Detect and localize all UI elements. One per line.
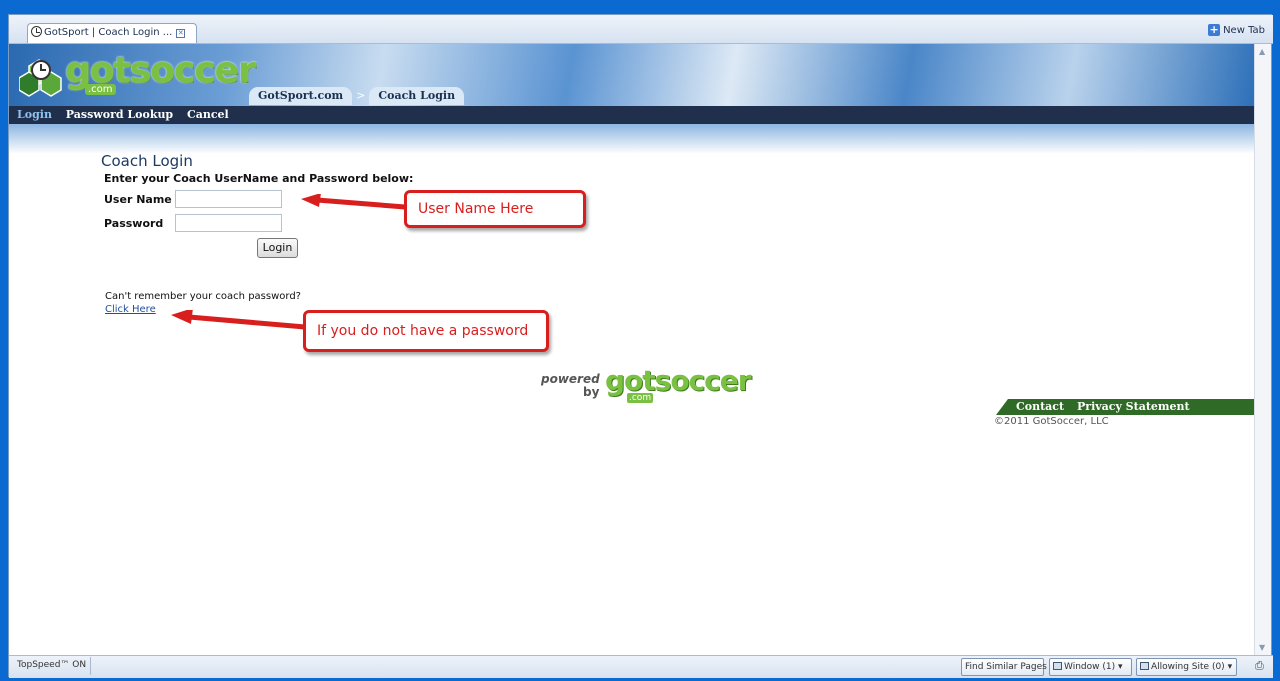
footer-bar: Contact Privacy Statement: [996, 399, 1255, 415]
breadcrumb-gotsport[interactable]: GotSport.com: [249, 87, 353, 105]
topspeed-indicator[interactable]: TopSpeed™ ON: [13, 657, 92, 675]
login-button[interactable]: Login: [257, 238, 298, 258]
breadcrumb: GotSport.com > Coach Login: [249, 87, 465, 107]
header-fade: [9, 124, 1255, 154]
tab-strip: GotSport | Coach Login ... ✕ + New Tab: [9, 15, 1273, 44]
password-input[interactable]: [175, 214, 282, 232]
window-icon: [1053, 662, 1062, 670]
forgot-password-link[interactable]: Click Here: [105, 304, 156, 315]
by-text: by: [583, 385, 600, 399]
nav-item-password-lookup[interactable]: Password Lookup: [66, 108, 173, 121]
scroll-up-icon[interactable]: ▲: [1259, 47, 1265, 56]
logo-suffix: .com: [85, 84, 116, 95]
username-callout: User Name Here: [404, 190, 586, 228]
allowing-site-label: Allowing Site (0): [1151, 662, 1225, 672]
username-label: User Name: [104, 193, 172, 206]
powered-brand: gotsoccer: [605, 364, 752, 397]
new-tab-button[interactable]: + New Tab: [1208, 24, 1265, 36]
password-label: Password: [104, 217, 164, 230]
browser-tab[interactable]: GotSport | Coach Login ... ✕: [27, 23, 197, 43]
breadcrumb-separator: >: [356, 89, 366, 102]
window-menu-button[interactable]: Window (1) ▾: [1049, 658, 1132, 676]
plus-icon: +: [1208, 23, 1221, 36]
soccer-ball-icon: [19, 59, 62, 97]
new-tab-label: New Tab: [1223, 25, 1265, 36]
gotsoccer-logo[interactable]: gotsoccer .com: [19, 50, 256, 100]
footer-contact-link[interactable]: Contact: [1016, 399, 1064, 415]
copyright-text: ©2011 GotSoccer, LLC: [994, 416, 1109, 427]
clock-icon: [31, 26, 42, 37]
site-header: gotsoccer .com GotSport.com > Coach Login: [9, 44, 1255, 106]
annotation-arrow-password: [171, 310, 308, 330]
page-title: Coach Login: [101, 152, 193, 170]
print-icon[interactable]: ⎙: [1255, 659, 1264, 673]
site-icon: [1140, 662, 1149, 670]
powered-suffix: .com: [627, 393, 654, 403]
annotation-arrow-username: [301, 194, 408, 210]
powered-text: powered: [541, 372, 600, 386]
password-callout: If you do not have a password: [303, 310, 549, 352]
login-instructions: Enter your Coach UserName and Password b…: [104, 172, 414, 185]
nav-item-cancel[interactable]: Cancel: [187, 108, 229, 121]
username-input[interactable]: [175, 190, 282, 208]
forgot-password-text: Can't remember your coach password?: [105, 291, 301, 302]
close-tab-icon[interactable]: ✕: [176, 29, 186, 38]
browser-window: GotSport | Coach Login ... ✕ + New Tab got…: [8, 14, 1273, 678]
breadcrumb-coach-login[interactable]: Coach Login: [369, 87, 465, 105]
nav-bar: Login Password Lookup Cancel: [9, 106, 1255, 124]
allowing-site-button[interactable]: Allowing Site (0) ▾: [1136, 658, 1237, 676]
nav-item-login[interactable]: Login: [17, 108, 52, 121]
status-bar: TopSpeed™ ON Find Similar Pages Window (…: [9, 655, 1273, 678]
window-label: Window (1): [1064, 662, 1116, 672]
tab-title: GotSport | Coach Login ...: [44, 27, 173, 38]
scroll-down-icon[interactable]: ▼: [1259, 643, 1265, 652]
powered-by-logo[interactable]: powered by gotsoccer .com: [541, 364, 761, 406]
find-similar-pages-button[interactable]: Find Similar Pages: [961, 658, 1047, 676]
footer-privacy-link[interactable]: Privacy Statement: [1077, 399, 1190, 415]
vertical-scrollbar[interactable]: ▲ ▼: [1254, 44, 1271, 655]
page-content: gotsoccer .com GotSport.com > Coach Login …: [9, 44, 1255, 655]
